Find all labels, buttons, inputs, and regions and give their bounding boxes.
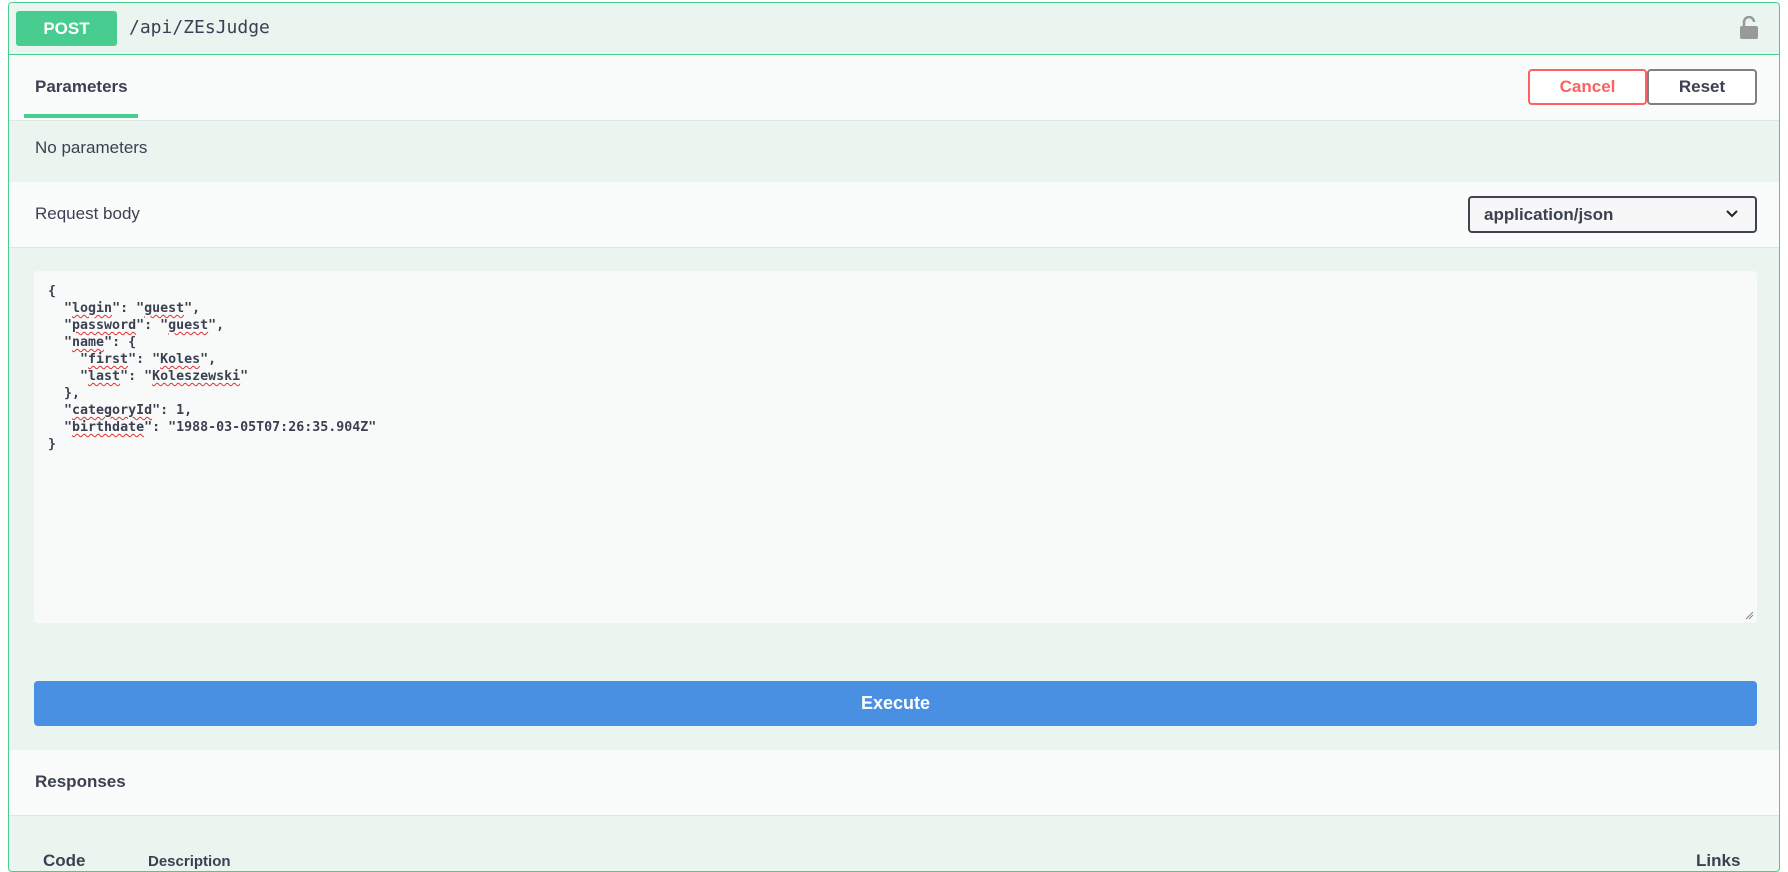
method-badge: POST	[16, 11, 117, 46]
json-line: }	[48, 437, 57, 452]
execute-button[interactable]: Execute	[34, 681, 1757, 726]
tab-active-indicator	[24, 114, 138, 118]
request-body-label: Request body	[35, 204, 140, 223]
json-line: "first": "Koles",	[48, 352, 217, 367]
json-line: {	[48, 284, 57, 299]
json-line: "birthdate": "1988-03-05T07:26:35.904Z"	[48, 420, 377, 435]
column-header-code: Code	[43, 851, 86, 870]
responses-header: Responses	[9, 750, 1779, 816]
endpoint-path: /api/ZEsJudge	[129, 17, 270, 38]
reset-button[interactable]: Reset	[1647, 69, 1757, 105]
column-header-description: Description	[148, 853, 231, 870]
request-body-editor[interactable]: { "login": "guest", "password": "guest",…	[34, 271, 1757, 623]
operation-summary[interactable]: POST /api/ZEsJudge	[9, 3, 1779, 55]
parameters-header: Parameters Cancel Reset	[9, 55, 1779, 121]
content-type-value: application/json	[1484, 204, 1614, 224]
operation-block: POST /api/ZEsJudge Parameters Cancel Res…	[8, 2, 1780, 872]
json-line: },	[48, 386, 81, 401]
json-line: "password": "guest",	[48, 318, 225, 333]
responses-title: Responses	[35, 772, 126, 791]
json-line: "login": "guest",	[48, 301, 201, 316]
request-body-header: Request body application/json	[9, 182, 1779, 248]
resize-handle-icon[interactable]	[1744, 610, 1754, 620]
lock-icon[interactable]	[1739, 16, 1759, 40]
cancel-button[interactable]: Cancel	[1528, 69, 1647, 105]
content-type-select[interactable]: application/json	[1468, 196, 1757, 233]
json-line: "last": "Koleszewski"	[48, 369, 249, 384]
json-line: "categoryId": 1,	[48, 403, 193, 418]
tab-parameters[interactable]: Parameters	[35, 77, 128, 97]
column-header-links: Links	[1696, 851, 1741, 870]
no-parameters-text: No parameters	[35, 138, 148, 157]
chevron-down-icon	[1726, 210, 1738, 218]
json-line: "name": {	[48, 335, 137, 350]
